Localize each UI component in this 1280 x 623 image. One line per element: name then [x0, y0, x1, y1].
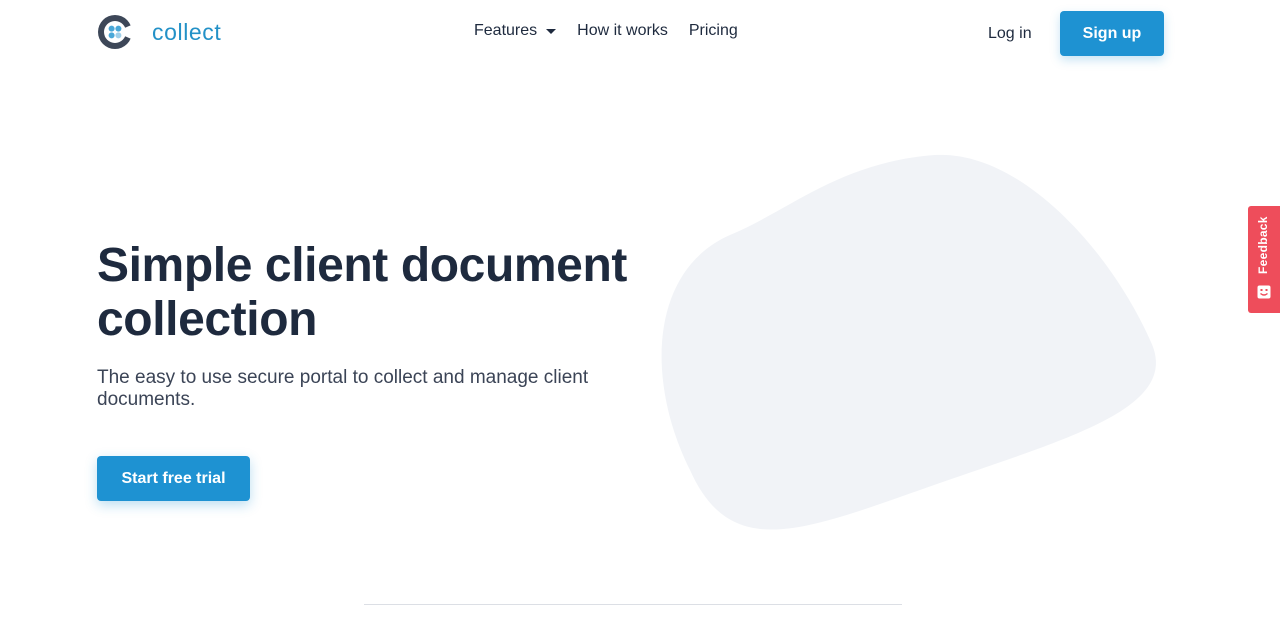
brand-link[interactable]: collect	[97, 14, 221, 50]
feedback-tab[interactable]: Feedback	[1248, 206, 1280, 313]
hero-blob-shape	[661, 154, 1156, 530]
signup-button[interactable]: Sign up	[1060, 11, 1164, 56]
hero-subtitle: The easy to use secure portal to collect…	[97, 367, 589, 410]
site-header: collect Features How it works Pricing Lo…	[0, 0, 1280, 64]
caret-down-icon	[546, 28, 557, 34]
start-free-trial-button[interactable]: Start free trial	[97, 456, 250, 501]
landing-page: collect Features How it works Pricing Lo…	[0, 0, 1280, 623]
main-nav: Features How it works Pricing	[474, 18, 759, 44]
brand-name: collect	[152, 19, 222, 45]
nav-pricing[interactable]: Pricing	[689, 18, 738, 44]
feedback-label: Feedback	[1256, 216, 1270, 274]
collect-logo-icon	[98, 15, 133, 49]
nav-features-label: Features	[474, 22, 538, 39]
login-link[interactable]: Log in	[988, 22, 1032, 46]
nav-features[interactable]: Features	[474, 18, 557, 44]
smile-icon	[1257, 285, 1271, 299]
nav-how-it-works[interactable]: How it works	[577, 18, 668, 44]
section-divider	[364, 604, 902, 605]
hero-title: Simple client document collection	[97, 239, 627, 346]
